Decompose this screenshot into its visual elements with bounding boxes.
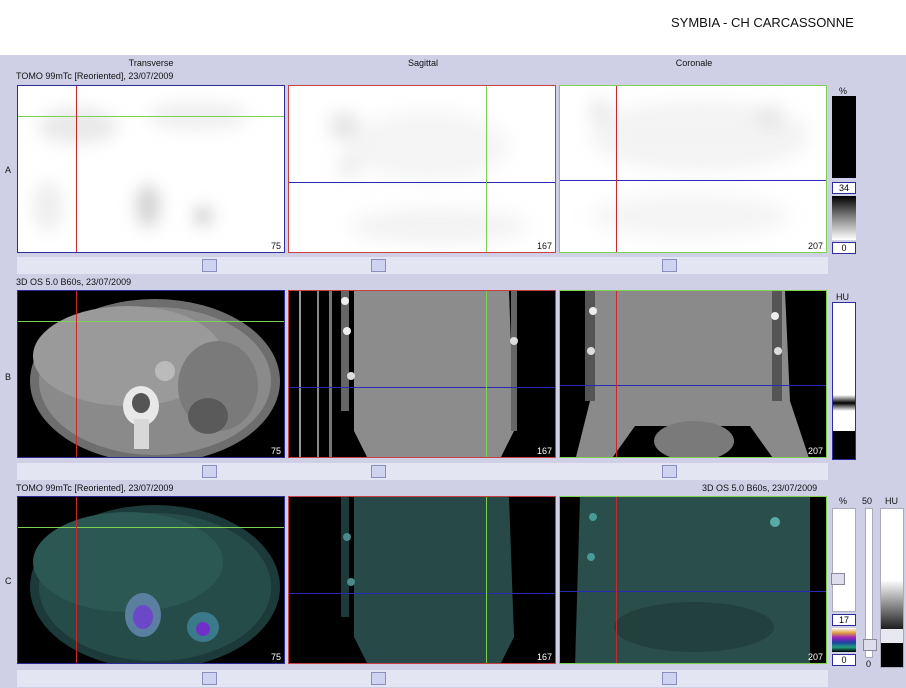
hu-window-level[interactable] [833,395,855,411]
header-bar: SYMBIA - CH CARCASSONNE [0,0,906,55]
crosshair-vertical[interactable] [616,497,617,663]
fusion-coronal-image [575,497,810,663]
slice-scrollbar-b[interactable] [17,463,828,480]
fusion-window-value: 50 [862,496,873,506]
crosshair-vertical[interactable] [76,497,77,663]
pet-scale-handle[interactable] [831,573,845,585]
crosshair-horizontal[interactable] [18,321,284,322]
scale-unit-b: HU [836,292,849,302]
blend-zero-label: 0 [866,659,872,669]
scroll-thumb-coronal[interactable] [662,259,677,272]
slice-scrollbar-a[interactable] [17,257,828,274]
colorbar-a-top [832,96,856,178]
crosshair-vertical[interactable] [76,86,77,252]
slice-number: 207 [807,446,823,456]
ct-coronal-image [576,291,809,457]
scale-unit-a: % [839,86,848,96]
crosshair-horizontal[interactable] [18,116,284,117]
blend-slider-handle[interactable] [863,639,877,651]
crosshair-vertical[interactable] [616,291,617,457]
slice-number: 167 [536,241,552,251]
column-header-sagittal: Sagittal [407,58,439,68]
hu-low-range [833,431,855,459]
hu-window-bar[interactable] [832,302,856,460]
crosshair-horizontal[interactable] [560,180,826,181]
scroll-thumb-transverse[interactable] [202,465,217,478]
slice-number: 207 [807,241,823,251]
fusion-transverse-image [30,505,280,663]
row-label-b: B [5,372,12,382]
scroll-thumb-transverse[interactable] [202,259,217,272]
scale-min-c[interactable]: 0 [832,654,856,666]
scroll-thumb-coronal[interactable] [662,672,677,685]
hu-scale-handle[interactable] [881,629,903,643]
row-label-a: A [5,165,12,175]
viewport-c-sagittal[interactable]: 167 [288,496,556,664]
slice-number: 75 [270,446,281,456]
fusion-hu-scale[interactable] [880,508,904,668]
scroll-thumb-sagittal[interactable] [371,465,386,478]
series-info-c: TOMO 99mTc [Reoriented], 23/07/2009 [16,483,174,493]
slice-number: 75 [270,652,281,662]
fusion-pet-scale[interactable] [831,508,856,612]
spect-sagittal-image [330,111,529,244]
crosshair-horizontal[interactable] [289,182,555,183]
crosshair-horizontal[interactable] [18,527,284,528]
series-info-a: TOMO 99mTc [Reoriented], 23/07/2009 [16,71,174,81]
spect-coronal-image [590,101,810,238]
spect-transverse-image [33,102,248,231]
crosshair-horizontal[interactable] [560,591,826,592]
column-header-transverse: Transverse [128,58,174,68]
slice-number: 75 [270,241,281,251]
scale-unit-c: % [839,496,848,506]
ct-sagittal-image [299,291,518,457]
crosshair-vertical[interactable] [76,291,77,457]
scroll-thumb-transverse[interactable] [202,672,217,685]
ct-transverse-image [30,299,280,457]
scale-max-c[interactable]: 17 [832,614,856,626]
series-info-c-right: 3D OS 5.0 B60s, 23/07/2009 [702,483,818,493]
column-header-coronal: Coronale [675,58,713,68]
scroll-thumb-coronal[interactable] [662,465,677,478]
viewport-b-sagittal[interactable]: 167 [288,290,556,458]
crosshair-vertical[interactable] [486,291,487,457]
crosshair-horizontal[interactable] [289,593,555,594]
institution-title: SYMBIA - CH CARCASSONNE [671,15,854,30]
colorbar-a [832,196,856,240]
crosshair-horizontal[interactable] [289,387,555,388]
fusion-sagittal-image [341,497,514,663]
colorbar-c [832,628,856,652]
slice-scrollbar-c[interactable] [17,670,828,687]
scale-unit-c-hu: HU [885,496,898,506]
scale-max-a[interactable]: 34 [832,182,856,194]
row-label-c: C [5,576,12,586]
scroll-thumb-sagittal[interactable] [371,672,386,685]
crosshair-vertical[interactable] [616,86,617,252]
scale-min-a[interactable]: 0 [832,242,856,254]
viewport-b-coronal[interactable]: 207 [559,290,827,458]
slice-number: 167 [536,446,552,456]
viewport-a-coronal[interactable]: 207 [559,85,827,253]
viewport-a-sagittal[interactable]: 167 [288,85,556,253]
crosshair-horizontal[interactable] [560,385,826,386]
fusion-blend-slider[interactable] [863,508,877,658]
viewport-c-transverse[interactable]: 75 [17,496,285,664]
slice-number: 207 [807,652,823,662]
series-info-b: 3D OS 5.0 B60s, 23/07/2009 [16,277,132,287]
slice-number: 167 [536,652,552,662]
viewport-c-coronal[interactable]: 207 [559,496,827,664]
scroll-thumb-sagittal[interactable] [371,259,386,272]
viewport-b-transverse[interactable]: 75 [17,290,285,458]
crosshair-vertical[interactable] [486,497,487,663]
crosshair-vertical[interactable] [486,86,487,252]
viewport-a-transverse[interactable]: 75 [17,85,285,253]
